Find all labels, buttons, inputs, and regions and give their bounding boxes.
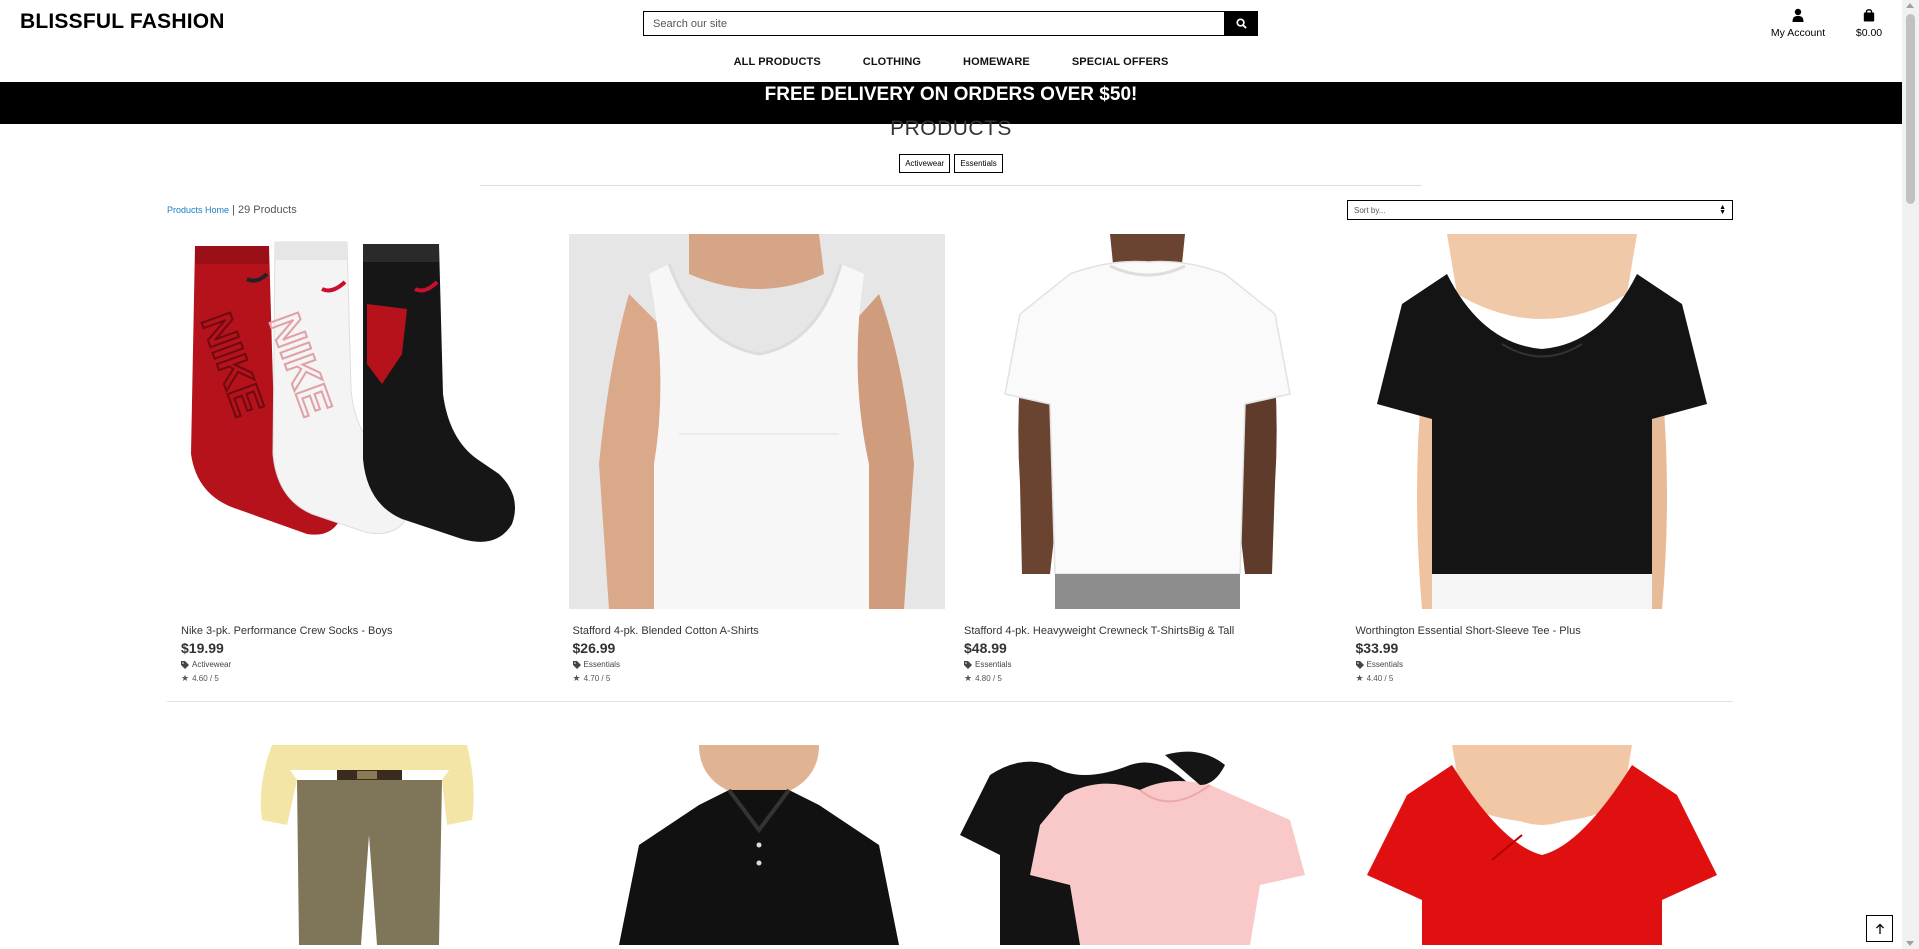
product-price: $19.99 [181, 640, 224, 656]
product-category-label: Activewear [192, 660, 232, 669]
star-icon: ★ [572, 673, 581, 683]
product-image[interactable] [568, 745, 945, 945]
main-nav: ALL PRODUCTS CLOTHING HOMEWARE SPECIAL O… [0, 56, 1902, 68]
page-title: PRODUCTS [890, 117, 1012, 140]
product-image[interactable] [960, 234, 1336, 609]
search-button[interactable] [1224, 11, 1258, 36]
products-home-link[interactable]: Products Home [167, 205, 229, 215]
product-category[interactable]: Essentials [1355, 660, 1734, 669]
cart-total: $0.00 [1855, 27, 1883, 39]
product-category-label: Essentials [975, 660, 1012, 669]
product-card[interactable]: Worthington Essential Short-Sleeve Tee -… [1342, 234, 1734, 684]
select-arrows-icon: ▲ ▼ [1719, 204, 1726, 216]
star-icon: ★ [181, 673, 190, 683]
tag-icon [181, 660, 189, 669]
product-card[interactable]: Stafford 4-pk. Heavyweight Crewneck T-Sh… [950, 234, 1342, 684]
page-scrollbar[interactable] [1902, 0, 1919, 949]
category-filters: Activewear Essentials [0, 154, 1902, 173]
breadcrumb-separator: | [229, 204, 239, 216]
nav-clothing[interactable]: CLOTHING [842, 56, 942, 68]
product-rating: ★ 4.70 / 5 [573, 673, 951, 684]
product-card[interactable] [167, 745, 559, 945]
tag-icon [1355, 660, 1364, 669]
site-header: BLISSFUL FASHION My Account $0.00 [0, 0, 1902, 82]
product-image[interactable] [177, 745, 553, 945]
my-account-link[interactable]: My Account [1765, 8, 1831, 39]
product-name[interactable]: Stafford 4-pk. Blended Cotton A-Shirts [573, 625, 951, 637]
breadcrumb: Products Home | 29 Products [167, 204, 297, 216]
star-icon: ★ [964, 673, 973, 683]
product-image[interactable] [1351, 234, 1728, 609]
product-rating-value: 4.60 / 5 [192, 674, 219, 683]
shopping-bag-icon [1863, 9, 1875, 22]
product-rating: ★ 4.60 / 5 [181, 673, 559, 684]
sort-selected: Sort by... [1354, 205, 1386, 215]
tag-icon [964, 660, 972, 669]
product-category[interactable]: Essentials [964, 660, 1342, 669]
product-card[interactable] [1342, 745, 1734, 945]
row-divider [167, 701, 1733, 702]
product-name[interactable]: Worthington Essential Short-Sleeve Tee -… [1356, 625, 1734, 637]
product-price: $26.99 [572, 640, 616, 656]
brand-logo[interactable]: BLISSFUL FASHION [20, 10, 225, 34]
product-price: $48.99 [964, 640, 1007, 656]
product-rating-value: 4.70 / 5 [583, 674, 611, 683]
product-row [167, 745, 1733, 945]
product-image[interactable] [568, 234, 945, 609]
product-name[interactable]: Nike 3-pk. Performance Crew Socks - Boys [181, 625, 559, 637]
divider [480, 185, 1422, 186]
sort-select[interactable]: Sort by... ▲ ▼ [1347, 200, 1733, 220]
nav-homeware[interactable]: HOMEWARE [942, 56, 1051, 68]
filter-essentials[interactable]: Essentials [954, 154, 1003, 173]
product-image[interactable]: NIKE NIKE [177, 234, 553, 609]
star-icon: ★ [1355, 673, 1364, 683]
product-card[interactable]: Stafford 4-pk. Blended Cotton A-Shirts $… [559, 234, 951, 684]
product-category-label: Essentials [583, 660, 620, 669]
product-count: 29 Products [238, 204, 297, 216]
cart-link[interactable]: $0.00 [1849, 8, 1889, 39]
product-name[interactable]: Stafford 4-pk. Heavyweight Crewneck T-Sh… [964, 625, 1342, 637]
search-icon [1235, 18, 1247, 29]
product-price: $33.99 [1355, 640, 1399, 656]
search-input[interactable] [643, 11, 1224, 36]
nav-all-products[interactable]: ALL PRODUCTS [713, 56, 842, 68]
product-image[interactable] [960, 745, 1336, 945]
back-to-top-button[interactable] [1866, 915, 1893, 942]
product-image[interactable] [1351, 745, 1728, 945]
my-account-label: My Account [1770, 27, 1826, 39]
scroll-up-icon[interactable] [1906, 3, 1914, 8]
product-card[interactable] [559, 745, 951, 945]
product-rating-value: 4.40 / 5 [1366, 674, 1394, 683]
scroll-thumb[interactable] [1906, 14, 1915, 204]
product-row: NIKE NIKE Nike 3-pk. Performance Crew So… [167, 234, 1733, 684]
product-card[interactable] [950, 745, 1342, 945]
arrow-up-icon [1875, 923, 1884, 934]
scroll-down-icon[interactable] [1906, 941, 1914, 946]
search-bar [643, 11, 1258, 36]
product-rating-value: 4.80 / 5 [975, 674, 1002, 683]
product-grid: NIKE NIKE Nike 3-pk. Performance Crew So… [167, 234, 1733, 945]
product-rating: ★ 4.80 / 5 [964, 673, 1342, 684]
nav-special-offers[interactable]: SPECIAL OFFERS [1051, 56, 1190, 68]
filter-activewear[interactable]: Activewear [899, 154, 951, 173]
user-icon [1792, 8, 1804, 22]
product-rating: ★ 4.40 / 5 [1356, 673, 1734, 684]
product-category[interactable]: Essentials [572, 660, 951, 669]
tag-icon [572, 660, 581, 669]
product-category[interactable]: Activewear [181, 660, 559, 669]
product-card[interactable]: NIKE NIKE Nike 3-pk. Performance Crew So… [167, 234, 559, 684]
product-category-label: Essentials [1366, 660, 1403, 669]
